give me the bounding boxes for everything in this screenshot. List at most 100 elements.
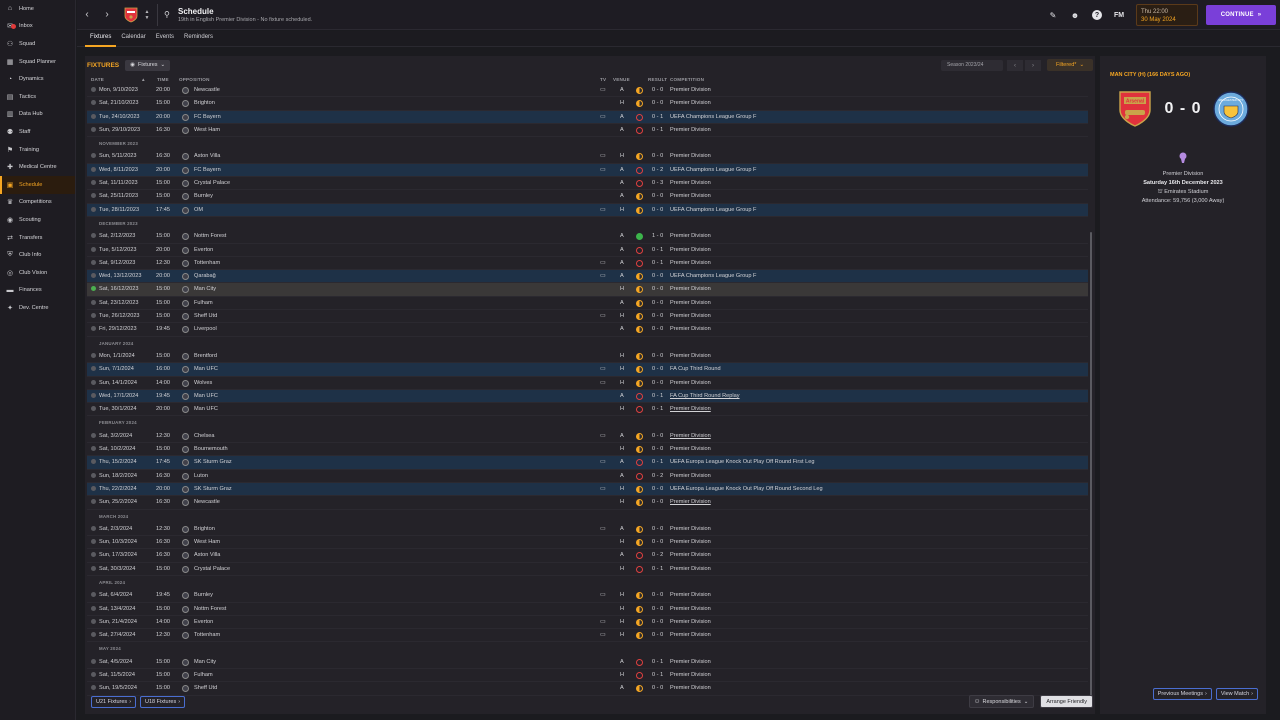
scrollbar[interactable] [1090, 232, 1092, 702]
help-button[interactable]: ? [1086, 0, 1108, 30]
continue-button[interactable]: CONTINUE » [1206, 5, 1276, 25]
fixture-opposition[interactable]: Crystal Palace [194, 566, 230, 572]
table-row[interactable]: Sun, 14/1/2024 14:00 Wolves ▭ H 0 - 0 Premier … [87, 377, 1088, 390]
select-dot-icon[interactable] [91, 392, 96, 398]
fixture-opposition[interactable]: Newcastle [194, 87, 220, 93]
sidebar-item-dev-centre[interactable]: ✦ Dev. Centre [0, 299, 75, 317]
fixture-score[interactable]: 0 - 0 [652, 153, 663, 159]
fixture-score[interactable]: 0 - 1 [652, 566, 663, 572]
fixture-score[interactable]: 0 - 0 [652, 446, 663, 452]
fixture-opposition[interactable]: Man City [194, 286, 216, 292]
sidebar-item-squad-planner[interactable]: ▦ Squad Planner [0, 53, 75, 71]
fixture-score[interactable]: 0 - 0 [652, 273, 663, 279]
fixture-opposition[interactable]: Qarabağ [194, 273, 216, 279]
fixture-score[interactable]: 0 - 2 [652, 167, 663, 173]
fixture-opposition[interactable]: Fulham [194, 672, 213, 678]
select-dot-icon[interactable] [91, 632, 96, 638]
fixture-opposition[interactable]: FC Bayern [194, 114, 221, 120]
fixture-competition[interactable]: Premier Division [670, 180, 711, 186]
fixture-opposition[interactable]: Tottenham [194, 632, 220, 638]
fixture-opposition[interactable]: Nottm Forest [194, 233, 226, 239]
sidebar-item-club-info[interactable]: ⛨ Club Info [0, 246, 75, 264]
table-row[interactable]: Mon, 9/10/2023 20:00 Newcastle ▭ A 0 - 0 Premi… [87, 84, 1088, 98]
fixture-opposition[interactable]: Aston Villa [194, 552, 220, 558]
fixture-competition[interactable]: Premier Division [670, 659, 711, 665]
table-row[interactable]: Sat, 4/5/2024 15:00 Man City A 0 - 1 Premier … [87, 656, 1088, 670]
table-row[interactable]: Sun, 25/2/2024 16:30 Newcastle H 0 - 0 Premie… [87, 496, 1088, 510]
select-dot-icon[interactable] [91, 539, 96, 545]
table-row[interactable]: Sat, 10/2/2024 15:00 Bournemouth H 0 - 0 Prem… [87, 443, 1088, 457]
fixture-score[interactable]: 0 - 0 [652, 207, 663, 213]
fixture-opposition[interactable]: Luton [194, 473, 208, 479]
sidebar-item-transfers[interactable]: ⇄ Transfers [0, 229, 75, 247]
forward-arrow-icon[interactable]: › [97, 0, 117, 30]
select-dot-icon[interactable] [91, 406, 96, 412]
table-row[interactable]: Sun, 29/10/2023 16:30 West Ham A 0 - 1 Premie… [87, 124, 1088, 138]
table-row[interactable]: Sun, 17/3/2024 16:30 Aston Villa A 0 - 2 Prem… [87, 549, 1088, 563]
table-row[interactable]: Sat, 3/2/2024 12:30 Chelsea ▭ A 0 - 0 Premier … [87, 430, 1088, 444]
col-time[interactable]: TIME [157, 77, 169, 82]
col-venue[interactable]: VENUE [613, 77, 630, 82]
fixture-score[interactable]: 0 - 1 [652, 459, 663, 465]
fixture-competition[interactable]: Premier Division [670, 406, 711, 412]
fixture-competition[interactable]: Premier Division [670, 552, 711, 558]
fixture-competition[interactable]: Premier Division [670, 592, 711, 598]
fixture-competition[interactable]: Premier Division [670, 313, 711, 319]
sidebar-item-inbox[interactable]: ✉ Inbox [0, 18, 75, 36]
select-dot-icon[interactable] [91, 485, 96, 491]
fixture-competition[interactable]: Premier Division [670, 300, 711, 306]
fixture-competition[interactable]: Premier Division [670, 353, 711, 359]
fixture-competition[interactable]: Premier Division [670, 446, 711, 452]
sidebar-item-tactics[interactable]: ▤ Tactics [0, 88, 75, 106]
fixture-opposition[interactable]: FC Bayern [194, 167, 221, 173]
fixture-score[interactable]: 0 - 1 [652, 393, 663, 399]
sidebar-item-scouting[interactable]: ◉ Scouting [0, 211, 75, 229]
table-row[interactable]: Sun, 19/5/2024 15:00 Sheff Utd A 0 - 0 Premie… [87, 682, 1088, 696]
fixture-opposition[interactable]: Wolves [194, 380, 212, 386]
select-dot-icon[interactable] [91, 166, 96, 172]
fixture-opposition[interactable]: Nottm Forest [194, 606, 226, 612]
club-switch-icon[interactable]: ▲ ▼ [143, 9, 151, 21]
table-row[interactable]: Sat, 2/3/2024 12:30 Brighton ▭ A 0 - 0 Premier… [87, 523, 1088, 537]
fixture-opposition[interactable]: Liverpool [194, 326, 217, 332]
fixture-score[interactable]: 0 - 0 [652, 286, 663, 292]
tab-reminders[interactable]: Reminders [179, 31, 218, 47]
sidebar-item-home[interactable]: ⌂ Home [0, 0, 75, 18]
filtered-dropdown[interactable]: Filtered* ⌄ [1047, 59, 1093, 71]
select-dot-icon[interactable] [91, 605, 96, 611]
fixture-opposition[interactable]: OM [194, 207, 203, 213]
sidebar-item-dynamics[interactable]: ◔ Dynamics [0, 70, 75, 88]
man-city-crest-icon[interactable]: MANCHESTER CITY [1212, 90, 1250, 128]
table-row[interactable]: Fri, 29/12/2023 19:45 Liverpool A 0 - 0 Premi… [87, 323, 1088, 337]
fixture-opposition[interactable]: Burnley [194, 193, 213, 199]
sidebar-item-squad[interactable]: ⚇ Squad [0, 35, 75, 53]
fixture-opposition[interactable]: Sheff Utd [194, 313, 217, 319]
fixture-competition[interactable]: Premier Division [670, 233, 711, 239]
fixture-competition[interactable]: Premier Division [670, 326, 711, 332]
select-dot-icon[interactable] [91, 233, 96, 239]
fixture-score[interactable]: 0 - 1 [652, 659, 663, 665]
select-dot-icon[interactable] [91, 153, 96, 159]
table-row[interactable]: Sat, 11/5/2024 15:00 Fulham H 0 - 1 Premier D… [87, 669, 1088, 683]
tab-events[interactable]: Events [151, 31, 179, 47]
select-dot-icon[interactable] [91, 499, 96, 505]
select-dot-icon[interactable] [91, 259, 96, 265]
select-dot-icon[interactable] [91, 366, 96, 372]
select-dot-icon[interactable] [91, 552, 96, 558]
table-row[interactable]: Tue, 28/11/2023 17:45 OM ▭ H 0 - 0 UEFA Champi… [87, 203, 1088, 217]
fixture-score[interactable]: 0 - 0 [652, 87, 663, 93]
sidebar-item-schedule[interactable]: ▣ Schedule [0, 175, 75, 194]
fixture-opposition[interactable]: Burnley [194, 592, 213, 598]
fixture-score[interactable]: 0 - 0 [652, 313, 663, 319]
fixture-score[interactable]: 0 - 0 [652, 606, 663, 612]
select-dot-icon[interactable] [91, 685, 96, 691]
fixture-opposition[interactable]: SK Sturm Graz [194, 486, 232, 492]
select-dot-icon[interactable] [91, 246, 96, 252]
fixture-competition[interactable]: Premier Division [670, 473, 711, 479]
table-row[interactable]: Sat, 13/4/2024 15:00 Nottm Forest H 0 - 0 Pre… [87, 603, 1088, 616]
fixture-competition[interactable]: Premier Division [670, 153, 711, 159]
sidebar-item-club-vision[interactable]: ◎ Club Vision [0, 264, 75, 282]
fixture-opposition[interactable]: Man UFC [194, 393, 218, 399]
fixture-score[interactable]: 0 - 1 [652, 127, 663, 133]
table-row[interactable]: Sun, 21/4/2024 14:00 Everton ▭ H 0 - 0 Premier… [87, 616, 1088, 630]
